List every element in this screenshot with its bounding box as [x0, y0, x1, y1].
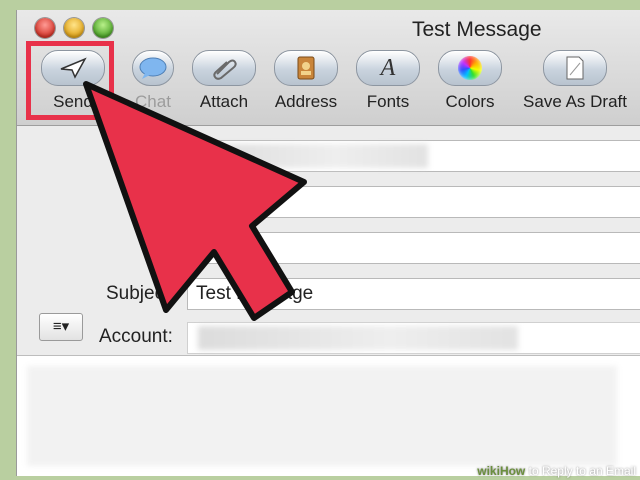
watermark-brand-b: How	[499, 464, 526, 478]
red-pointer-arrow-icon	[83, 81, 307, 321]
watermark-brand-a: wiki	[477, 464, 500, 478]
watermark: wikiHow to Reply to an Email	[477, 464, 636, 478]
watermark-text: to Reply to an Email	[525, 464, 636, 478]
